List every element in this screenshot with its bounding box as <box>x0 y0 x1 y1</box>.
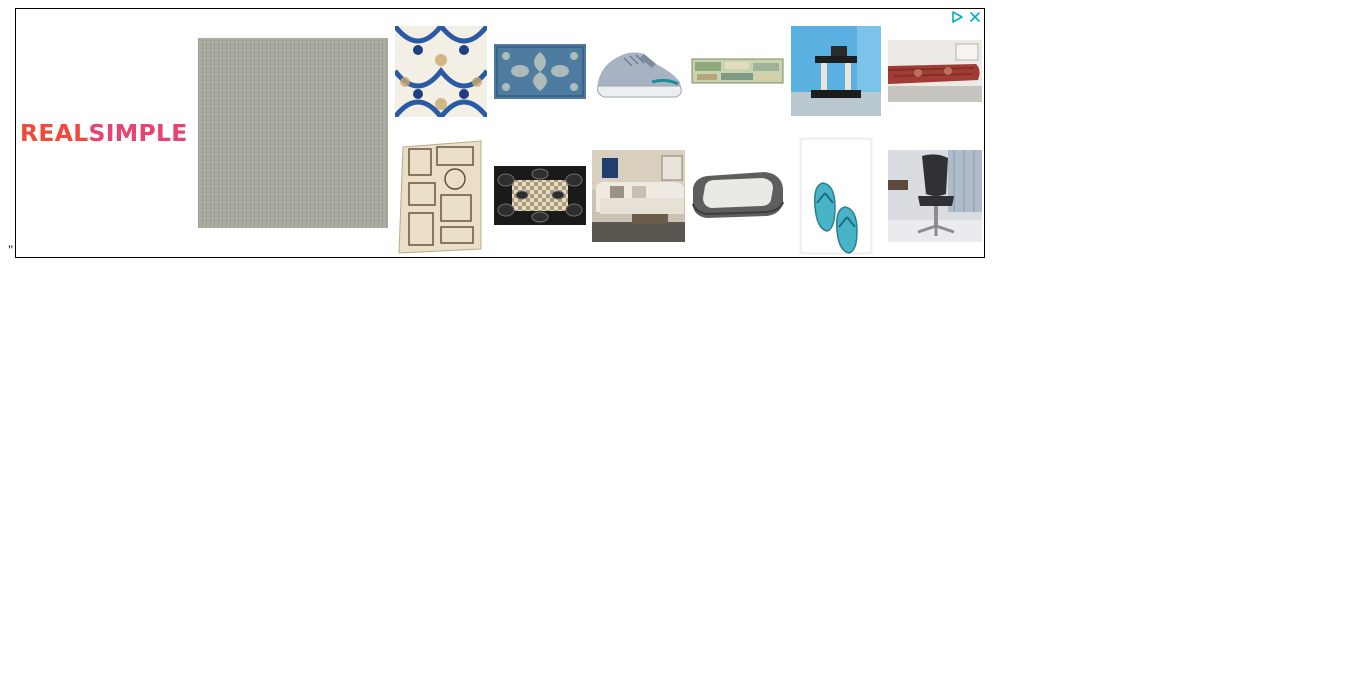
product-red-bench-cushion[interactable] <box>888 40 982 102</box>
product-vintage-illustration-print[interactable] <box>395 137 487 255</box>
ad-controls <box>950 10 982 24</box>
product-blue-floral-tile[interactable] <box>395 26 487 117</box>
close-icon[interactable] <box>968 10 982 24</box>
product-checkered-doormat[interactable] <box>494 166 586 225</box>
brand-word-real: REAL <box>20 119 89 147</box>
product-flip-flops-towel[interactable] <box>799 137 873 255</box>
display-ad-banner[interactable]: REALSIMPLE <box>15 8 985 258</box>
brand-word-simple: SIMPLE <box>88 119 188 147</box>
product-vintage-sign[interactable] <box>691 56 784 86</box>
product-black-office-chair[interactable] <box>888 150 982 242</box>
product-cat-tree[interactable] <box>791 26 881 116</box>
real-simple-logo[interactable]: REALSIMPLE <box>20 120 192 146</box>
product-blue-damask-rug[interactable] <box>494 44 586 99</box>
product-linen-fabric-swatch[interactable] <box>198 38 388 228</box>
product-grey-pet-bed[interactable] <box>691 168 784 220</box>
stray-quote-text: " <box>8 242 14 257</box>
product-grey-sneaker[interactable] <box>592 34 685 104</box>
product-white-sofa[interactable] <box>592 150 685 242</box>
adchoices-icon[interactable] <box>950 10 964 24</box>
